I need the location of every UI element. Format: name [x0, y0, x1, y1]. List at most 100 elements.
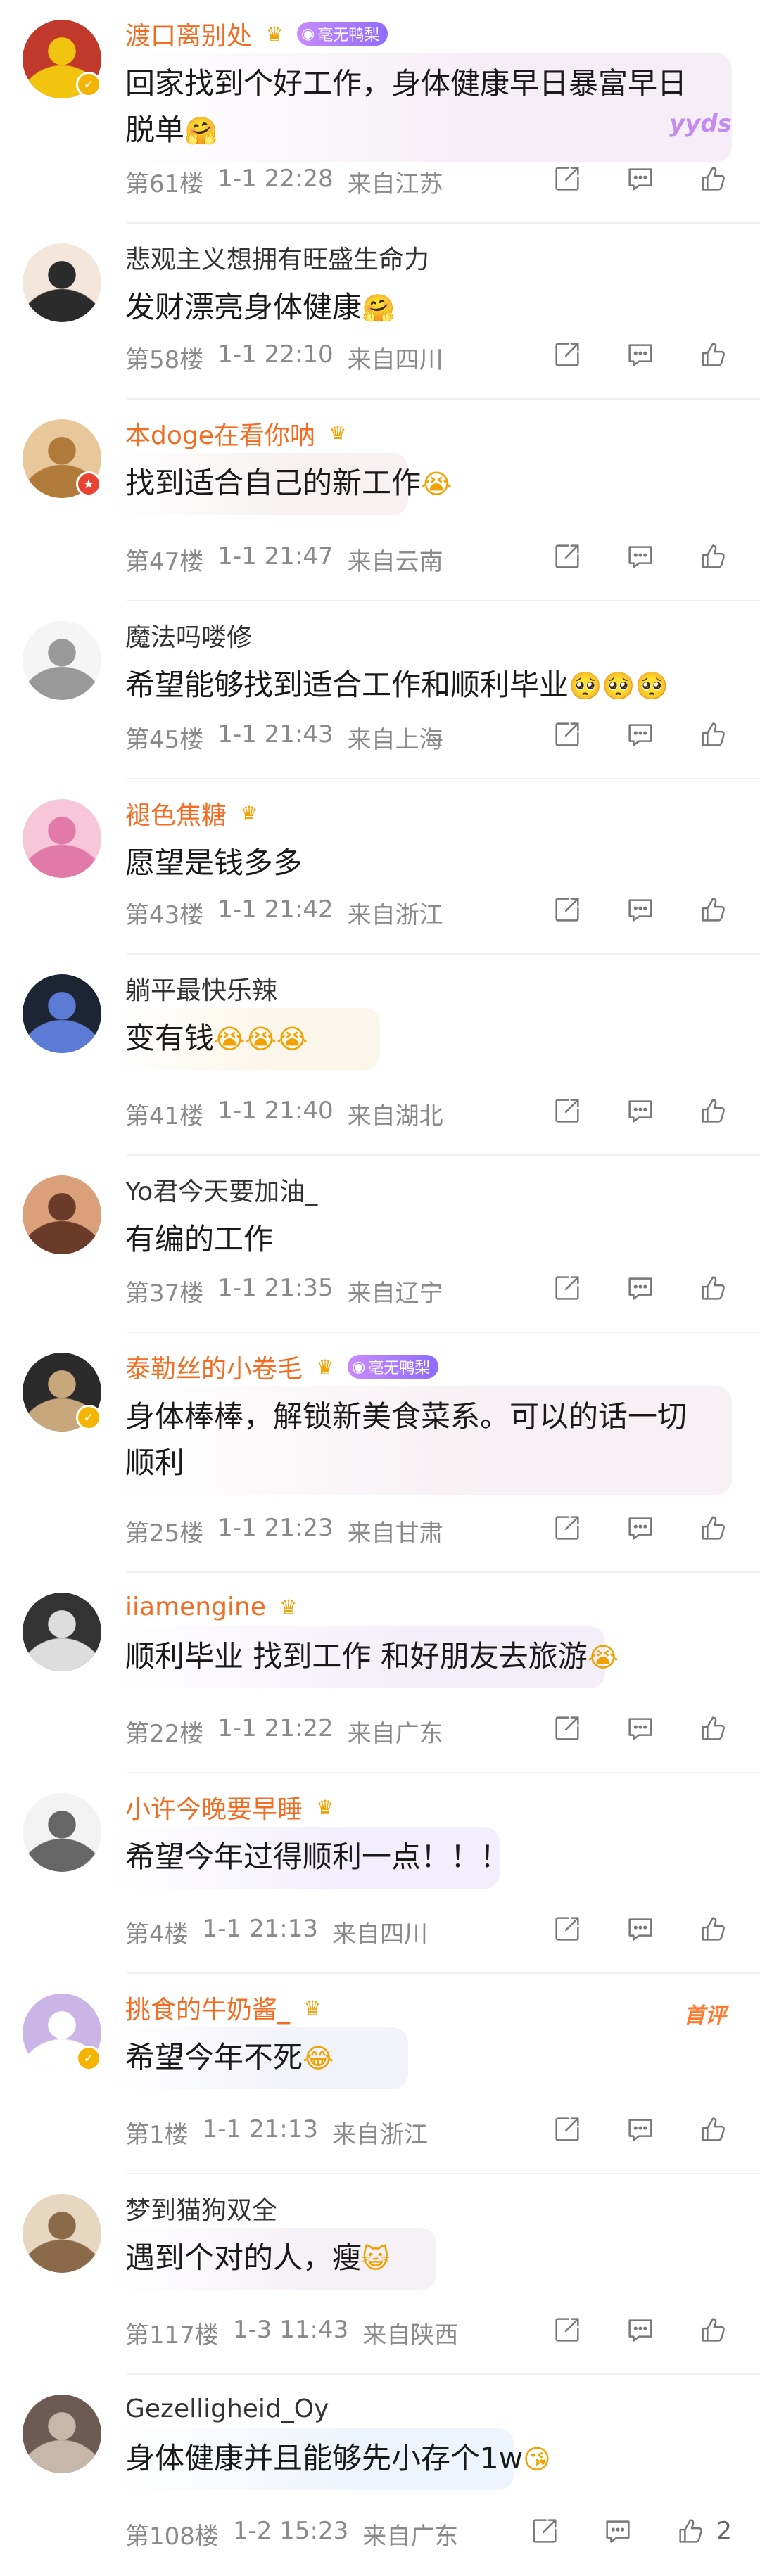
username[interactable]: 泰勒丝的小卷毛 [125, 1348, 303, 1385]
like-button[interactable] [695, 1270, 732, 1306]
comment-text[interactable]: 身体棒棒，解锁新美食菜系。可以的话一切 顺利 [125, 1394, 716, 1486]
avatar[interactable] [23, 2194, 101, 2273]
like-button[interactable] [695, 2111, 732, 2148]
share-icon[interactable] [549, 1911, 585, 1947]
share-icon[interactable] [549, 1710, 585, 1747]
share-icon[interactable] [549, 2111, 585, 2148]
comment-meta: 第47楼 1-1 21:47 来自云南 [125, 542, 443, 577]
thumbs-up-icon[interactable] [695, 2312, 732, 2348]
comment-text[interactable]: 顺利毕业 找到工作 和好朋友去旅游😭 [125, 1633, 716, 1681]
duck-icon: ◉ [352, 1358, 366, 1376]
comment-item: 魔法吗喽修 希望能够找到适合工作和顺利毕业🥺🥺🥺 第45楼 1-1 21:43 … [0, 601, 760, 779]
like-button[interactable] [695, 1710, 732, 1747]
comment-text[interactable]: 回家找到个好工作，身体健康早日暴富早日 脱单🤗 [125, 60, 716, 154]
avatar[interactable] [23, 1593, 101, 1671]
comment-icon[interactable] [622, 1510, 659, 1546]
like-button[interactable] [695, 160, 732, 197]
comment-text[interactable]: 希望能够找到适合工作和顺利毕业🥺🥺🥺 [125, 662, 716, 709]
like-button[interactable] [695, 538, 732, 575]
avatar[interactable] [23, 799, 101, 878]
crown-icon: ♛ [329, 421, 347, 445]
avatar[interactable] [23, 1793, 101, 1872]
like-button[interactable] [695, 1510, 732, 1546]
comment-text[interactable]: 有编的工作 [125, 1216, 716, 1263]
username[interactable]: 躺平最快乐辣 [125, 970, 277, 1007]
username[interactable]: 挑食的牛奶酱_ [125, 1989, 290, 2026]
fan-tag-label: 毫无鸭梨 [368, 1360, 431, 1377]
like-button[interactable]: 2 [673, 2513, 732, 2549]
share-icon[interactable] [549, 1092, 585, 1129]
username[interactable]: 魔法吗喽修 [125, 617, 252, 653]
thumbs-up-icon[interactable] [695, 160, 732, 197]
avatar[interactable] [23, 243, 101, 322]
thumbs-up-icon[interactable] [695, 1270, 732, 1306]
share-icon[interactable] [549, 538, 585, 575]
thumbs-up-icon[interactable] [695, 2111, 732, 2148]
share-icon[interactable] [549, 336, 585, 373]
username[interactable]: 褪色焦糖 [125, 795, 227, 831]
share-icon[interactable] [549, 1270, 585, 1306]
username[interactable]: Gezelligheid_Oy [125, 2395, 329, 2423]
comment-text[interactable]: 发财漂亮身体健康🤗 [125, 284, 716, 331]
comment-meta: 第117楼 1-3 11:43 来自陕西 [125, 2316, 458, 2350]
comment-icon[interactable] [600, 2513, 636, 2549]
like-button[interactable] [695, 2312, 732, 2348]
like-button[interactable] [695, 1092, 732, 1129]
comment-line: 希望能够找到适合工作和顺利毕业 [125, 668, 569, 702]
comment-icon[interactable] [622, 1092, 659, 1129]
thumbs-up-icon[interactable] [695, 1710, 732, 1747]
username[interactable]: 本doge在看你呐 [125, 415, 315, 452]
comment-text[interactable]: 希望今年不死😂 [125, 2034, 716, 2081]
thumbs-up-icon[interactable] [695, 716, 732, 753]
comment-icon[interactable] [622, 891, 659, 928]
comment-text[interactable]: 变有钱😭😭😭 [125, 1015, 716, 1062]
share-icon[interactable] [526, 2513, 563, 2549]
thumbs-up-icon[interactable] [673, 2513, 709, 2549]
share-icon[interactable] [549, 160, 585, 197]
like-button[interactable] [695, 336, 732, 373]
comment-icon[interactable] [622, 1911, 659, 1947]
username[interactable]: 梦到猫狗双全 [125, 2190, 277, 2226]
share-icon[interactable] [549, 716, 585, 753]
fan-tag: ◉ 毫无鸭梨 [348, 1355, 439, 1379]
comment-icon[interactable] [622, 1710, 659, 1747]
comment-icon[interactable] [622, 2111, 659, 2148]
username[interactable]: 小许今晚要早睡 [125, 1789, 303, 1825]
thumbs-up-icon[interactable] [695, 891, 732, 928]
comment-icon[interactable] [622, 336, 659, 373]
share-icon[interactable] [549, 2312, 585, 2348]
username[interactable]: Yo君今天要加油_ [125, 1171, 317, 1208]
like-button[interactable] [695, 891, 732, 928]
username[interactable]: 渡口离别处 [125, 15, 252, 52]
comment-meta: 第43楼 1-1 21:42 来自浙江 [125, 895, 443, 930]
share-icon[interactable] [549, 891, 585, 928]
comment-icon[interactable] [622, 2312, 659, 2348]
comment-text[interactable]: 希望今年过得顺利一点！！！ [125, 1834, 716, 1880]
comment-text[interactable]: 找到适合自己的新工作😭 [125, 460, 716, 507]
thumbs-up-icon[interactable] [695, 1092, 732, 1129]
comment-text[interactable]: 愿望是钱多多 [125, 840, 716, 886]
username[interactable]: 悲观主义想拥有旺盛生命力 [125, 239, 429, 276]
comment-item: 躺平最快乐辣 变有钱😭😭😭 第41楼 1-1 21:40 来自湖北 [0, 955, 760, 1156]
username[interactable]: iiamengine [125, 1593, 266, 1621]
comment-icon[interactable] [622, 716, 659, 753]
ip-location: 来自辽宁 [347, 1280, 443, 1308]
like-button[interactable] [695, 716, 732, 753]
avatar[interactable] [23, 974, 101, 1053]
comment-icon[interactable] [622, 1270, 659, 1306]
avatar[interactable] [23, 2395, 101, 2473]
thumbs-up-icon[interactable] [695, 1911, 732, 1947]
avatar[interactable] [23, 1175, 101, 1254]
share-icon[interactable] [549, 1510, 585, 1546]
thumbs-up-icon[interactable] [695, 336, 732, 373]
comment-icon[interactable] [622, 160, 659, 197]
comment-text[interactable]: 遇到个对的人，瘦😺 [125, 2235, 716, 2282]
comment-text[interactable]: 身体健康并且能够先小存个1w😘 [125, 2435, 716, 2482]
thumbs-up-icon[interactable] [695, 538, 732, 575]
avatar[interactable] [23, 621, 101, 700]
comment-actions [549, 2111, 732, 2148]
emoji: 🤗 [184, 115, 218, 146]
thumbs-up-icon[interactable] [695, 1510, 732, 1546]
like-button[interactable] [695, 1911, 732, 1947]
comment-icon[interactable] [622, 538, 659, 575]
